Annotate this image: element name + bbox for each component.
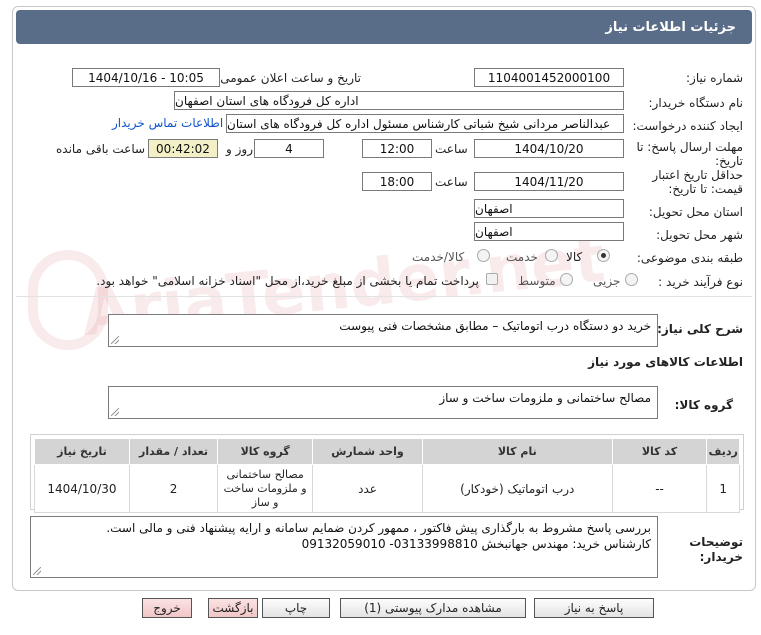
notes-line-1: بررسی پاسخ مشروط به بارگذاری پیش فاکتور … bbox=[106, 521, 651, 535]
resize-grip-icon[interactable] bbox=[111, 336, 119, 344]
purchase-option-minor: جزیی bbox=[593, 274, 621, 288]
purchase-option-medium: متوسط bbox=[518, 274, 556, 288]
need-number-field: 1104001452000100 bbox=[474, 68, 624, 87]
notes-label-line1: توضیحات bbox=[689, 535, 743, 549]
delivery-province-field: اصفهان bbox=[474, 199, 624, 218]
exit-button[interactable]: خروج bbox=[142, 598, 192, 618]
col-header-item-code: کد کالا bbox=[611, 438, 708, 465]
price-validity-time-label: ساعت bbox=[435, 175, 468, 189]
requester-field: عبدالناصر مردانی شیخ شباتی کارشناس مسئول… bbox=[226, 114, 624, 133]
category-label: طبقه بندی موضوعی: bbox=[636, 251, 743, 265]
announce-datetime-label: تاریخ و ساعت اعلان عمومی: bbox=[216, 71, 361, 85]
remaining-time-field: 00:42:02 bbox=[148, 139, 218, 158]
delivery-city-field: اصفهان bbox=[474, 222, 624, 241]
purchase-type-label: نوع فرآیند خرید : bbox=[658, 275, 743, 289]
deadline-date-field: 1404/10/20 bbox=[474, 139, 624, 158]
summary-label: شرح کلی نیاز: bbox=[657, 322, 743, 336]
summary-text: خرید دو دستگاه درب اتوماتیک – مطابق مشخص… bbox=[339, 319, 651, 333]
col-header-item-name: نام کالا bbox=[421, 438, 613, 465]
announce-datetime-field: 1404/10/16 - 10:05 bbox=[72, 68, 220, 87]
summary-textarea[interactable]: خرید دو دستگاه درب اتوماتیک – مطابق مشخص… bbox=[108, 314, 658, 347]
section-divider bbox=[16, 296, 752, 297]
page-header: جزئیات اطلاعات نیاز bbox=[16, 10, 752, 44]
buyer-org-field: اداره کل فرودگاه های استان اصفهان bbox=[174, 91, 624, 110]
remaining-time-label: ساعت باقی مانده bbox=[56, 142, 146, 156]
category-option-goods-service: کالا/خدمت bbox=[412, 250, 465, 264]
buyer-contact-link[interactable]: اطلاعات تماس خریدار bbox=[112, 116, 223, 130]
buyer-org-label: نام دستگاه خریدار: bbox=[648, 96, 744, 110]
reply-button[interactable]: پاسخ به نیاز bbox=[534, 598, 654, 618]
cell-item-code: -- bbox=[611, 464, 708, 513]
notes-textarea[interactable]: بررسی پاسخ مشروط به بارگذاری پیش فاکتور … bbox=[30, 516, 658, 578]
deadline-days-field: 4 bbox=[254, 139, 324, 158]
need-number-label: شماره نیاز: bbox=[686, 71, 743, 85]
goods-section-title: اطلاعات کالاهای مورد نیاز bbox=[588, 355, 743, 369]
category-option-goods: کالا bbox=[566, 250, 583, 264]
deadline-time-field: 12:00 bbox=[362, 139, 432, 158]
cell-need-date: 1404/10/30 bbox=[34, 464, 130, 513]
items-table: ردیف کد کالا نام کالا واحد شمارش گروه کا… bbox=[34, 438, 740, 513]
cell-row-number: 1 bbox=[706, 464, 740, 513]
goods-group-textarea[interactable]: مصالح ساختمانی و ملزومات ساخت و ساز bbox=[108, 386, 658, 419]
treasury-payment-note: پرداخت تمام یا بخشی از مبلغ خرید،از محل … bbox=[96, 274, 479, 288]
print-button[interactable]: چاپ bbox=[262, 598, 330, 618]
col-header-need-date: تاریخ نیاز bbox=[34, 438, 130, 465]
cell-item-name: درب اتوماتیک (خودکار) bbox=[421, 464, 613, 513]
resize-grip-icon[interactable] bbox=[111, 408, 119, 416]
cell-quantity: 2 bbox=[128, 464, 219, 513]
back-button[interactable]: بازگشت bbox=[208, 598, 258, 618]
delivery-city-label: شهر محل تحویل: bbox=[656, 228, 743, 242]
price-validity-date-field: 1404/11/20 bbox=[474, 172, 624, 191]
notes-line-2: کارشناس خرید: مهندس جهانبخش 03133998810-… bbox=[301, 537, 651, 551]
resize-grip-icon[interactable] bbox=[33, 567, 41, 575]
treasury-checkbox[interactable] bbox=[486, 273, 498, 285]
category-radio-service[interactable] bbox=[545, 249, 558, 262]
price-validity-label-line1: حداقل تاریخ اعتبار bbox=[652, 168, 743, 182]
col-header-item-group: گروه کالا bbox=[217, 438, 314, 465]
view-attachments-button[interactable]: مشاهده مدارک پیوستی (1) bbox=[340, 598, 526, 618]
goods-group-text: مصالح ساختمانی و ملزومات ساخت و ساز bbox=[439, 391, 651, 405]
col-header-quantity: تعداد / مقدار bbox=[128, 438, 219, 465]
purchase-radio-medium[interactable] bbox=[560, 273, 573, 286]
cell-unit: عدد bbox=[312, 464, 423, 513]
col-header-row-number: ردیف bbox=[706, 438, 740, 465]
table-header-row: ردیف کد کالا نام کالا واحد شمارش گروه کا… bbox=[34, 438, 740, 465]
deadline-time-label: ساعت bbox=[435, 142, 468, 156]
price-validity-time-field: 18:00 bbox=[362, 172, 432, 191]
price-validity-label-line2: قیمت: تا تاریخ: bbox=[668, 182, 743, 196]
deadline-days-label: روز و bbox=[226, 142, 253, 156]
requester-label: ایجاد کننده درخواست: bbox=[632, 119, 743, 133]
delivery-province-label: استان محل تحویل: bbox=[648, 205, 743, 219]
table-row: 1 -- درب اتوماتیک (خودکار) عدد مصالح ساخ… bbox=[34, 464, 740, 513]
notes-label-line2: خریدار: bbox=[699, 550, 743, 564]
purchase-radio-minor[interactable] bbox=[625, 273, 638, 286]
page-title: جزئیات اطلاعات نیاز bbox=[605, 19, 736, 35]
category-radio-goods-service[interactable] bbox=[477, 249, 490, 262]
category-radio-goods[interactable] bbox=[597, 249, 610, 262]
cell-item-group: مصالح ساختمانی و ملزومات ساخت و ساز bbox=[217, 464, 314, 513]
goods-group-label: گروه کالا: bbox=[674, 398, 733, 412]
col-header-unit: واحد شمارش bbox=[312, 438, 423, 465]
category-option-service: خدمت bbox=[506, 250, 538, 264]
deadline-label-line2: تاریخ: bbox=[715, 154, 743, 168]
deadline-label-line1: مهلت ارسال پاسخ: تا bbox=[636, 140, 743, 154]
